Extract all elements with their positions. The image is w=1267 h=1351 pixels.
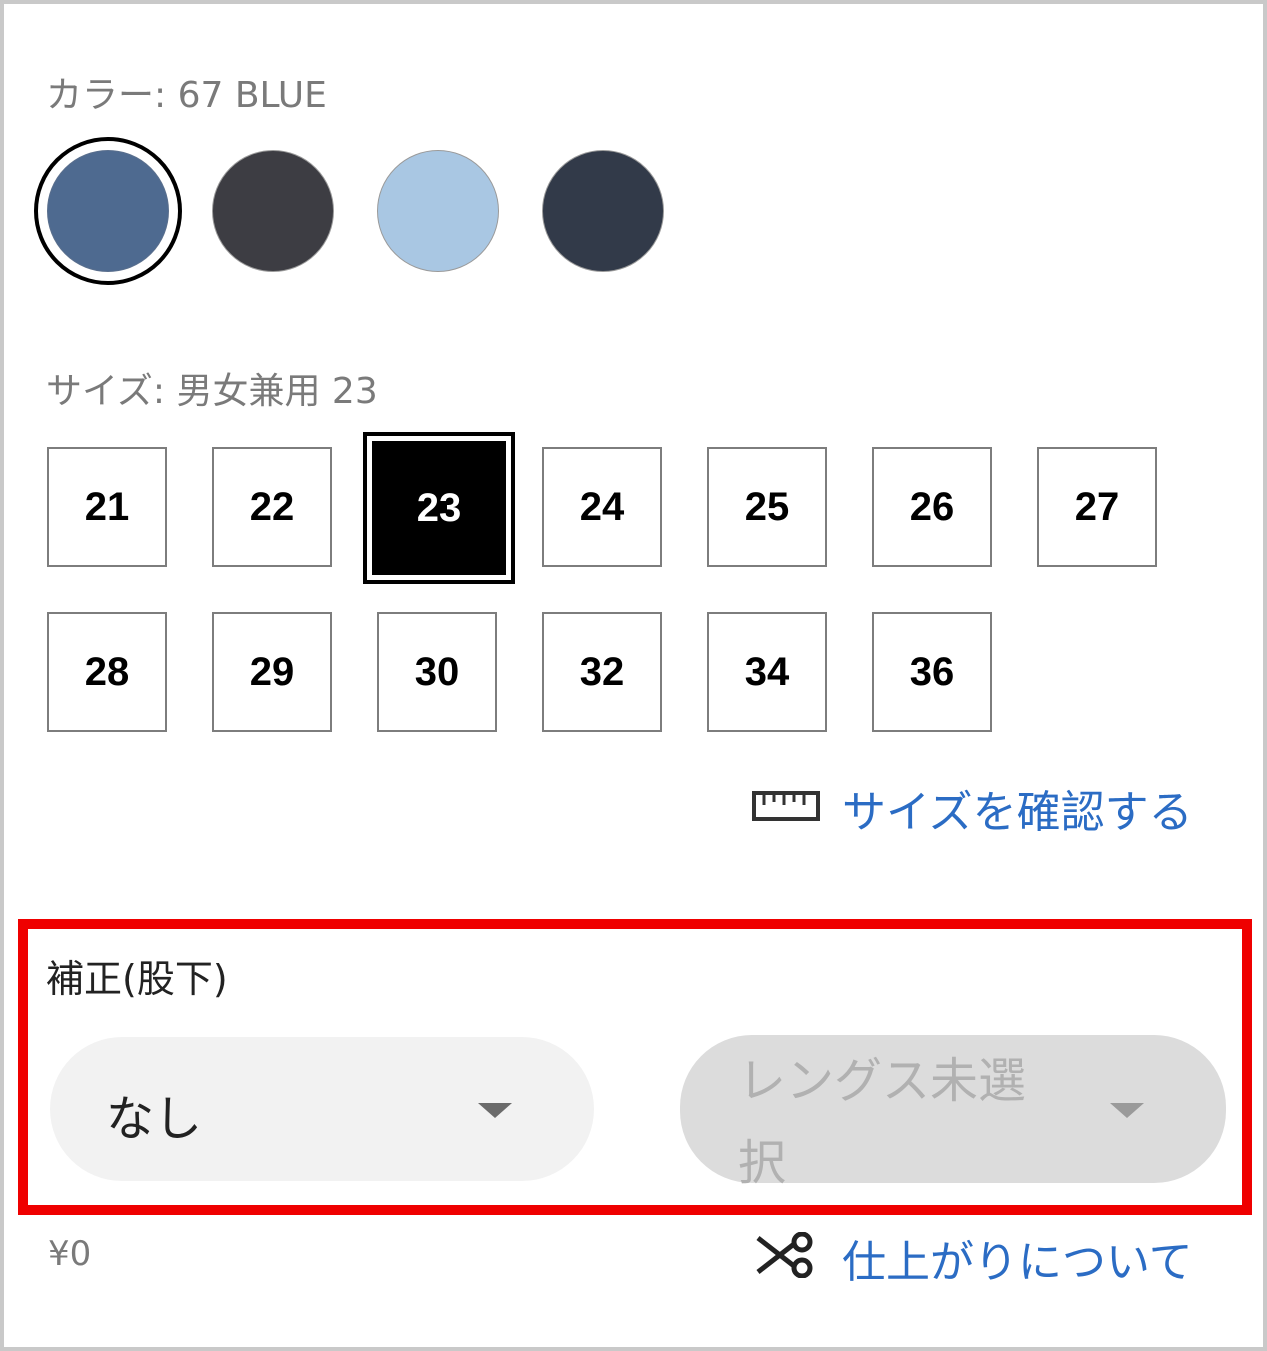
color-label: カラー: 67 BLUE (46, 75, 327, 116)
price-text: ¥0 (48, 1234, 92, 1274)
size-option-label: 26 (909, 484, 955, 529)
size-option-label: 21 (84, 484, 130, 529)
size-option-29[interactable]: 29 (212, 612, 332, 732)
size-option-28[interactable]: 28 (47, 612, 167, 732)
size-option-label: 29 (249, 649, 295, 694)
inseam-select[interactable]: なし (50, 1037, 594, 1181)
length-select-disabled: レングス未選 択 (680, 1035, 1226, 1191)
scissors-icon (756, 1232, 813, 1278)
size-option-label: 34 (744, 649, 790, 694)
product-options-panel: カラー: 67 BLUE サイズ: 男女兼用 23 21 22 23 24 25… (0, 0, 1267, 1351)
size-option-32[interactable]: 32 (542, 612, 662, 732)
size-option-26[interactable]: 26 (872, 447, 992, 567)
chevron-down-icon (478, 1103, 512, 1118)
color-swatch-light-blue[interactable] (377, 150, 499, 272)
size-option-22[interactable]: 22 (212, 447, 332, 567)
chevron-down-icon (1110, 1103, 1144, 1118)
size-check-link-label: サイズを確認する (842, 787, 1193, 838)
size-option-23-selected[interactable]: 23 (363, 432, 515, 584)
size-option-30[interactable]: 30 (377, 612, 497, 732)
length-select-placeholder-line2: 択 (738, 1135, 787, 1191)
alteration-label: 補正(股下) (46, 957, 228, 1001)
finish-info-link-label: 仕上がりについて (842, 1237, 1193, 1288)
ruler-icon (752, 791, 820, 821)
size-option-label: 27 (1074, 484, 1120, 529)
size-option-label: 28 (84, 649, 130, 694)
inseam-select-value: なし (106, 1091, 203, 1147)
size-option-label: 36 (909, 649, 955, 694)
size-option-label: 30 (414, 649, 460, 694)
size-option-27[interactable]: 27 (1037, 447, 1157, 567)
finish-info-link[interactable]: 仕上がりについて (754, 1222, 1228, 1288)
size-label: サイズ: 男女兼用 23 (46, 371, 378, 412)
size-option-21[interactable]: 21 (47, 447, 167, 567)
size-option-34[interactable]: 34 (707, 612, 827, 732)
size-option-36[interactable]: 36 (872, 612, 992, 732)
size-check-link[interactable]: サイズを確認する (752, 772, 1228, 838)
length-select-placeholder-line1: レングス未選 (738, 1053, 1027, 1109)
size-option-25[interactable]: 25 (707, 447, 827, 567)
size-option-label: 25 (744, 484, 790, 529)
color-swatch-blue[interactable] (34, 137, 182, 285)
color-swatch-blue-fill (47, 150, 169, 272)
size-option-24[interactable]: 24 (542, 447, 662, 567)
size-option-label: 24 (579, 484, 625, 529)
color-swatch-navy[interactable] (542, 150, 664, 272)
size-option-label: 23 (416, 485, 462, 530)
size-option-label: 32 (579, 649, 625, 694)
color-swatch-dark-gray[interactable] (212, 150, 334, 272)
size-option-selected-fill: 23 (372, 441, 506, 575)
size-option-label: 22 (249, 484, 295, 529)
